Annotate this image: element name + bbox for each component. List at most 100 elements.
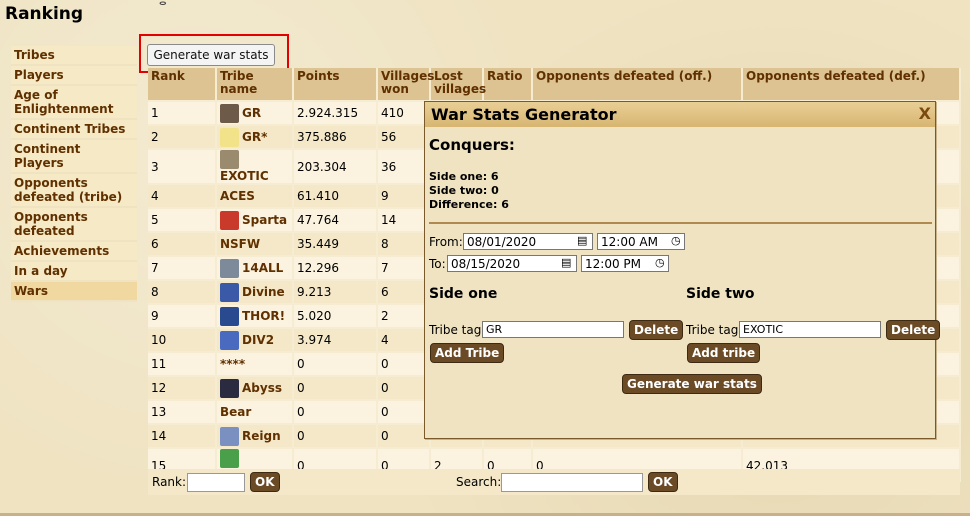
tribe-name-cell: THOR! [216,303,294,328]
column-header-tribe-name[interactable]: Tribe name [216,68,294,101]
villages-won-cell: 4 [377,327,431,352]
rank-cell: 10 [148,327,217,352]
calendar-icon[interactable]: ▤ [561,256,571,269]
tribe-link[interactable]: EXOTIC [220,169,269,183]
close-icon[interactable]: X [919,104,931,123]
lightning-icon [220,282,239,302]
sidebar-item-wars[interactable]: Wars [11,282,137,302]
points-cell: 5.020 [293,303,378,328]
sidebar-item-age-of-enlightenment[interactable]: Age of Enlightenment [11,86,137,120]
side-two-stat: Side two: 0 [429,184,499,197]
points-cell: 0 [293,375,378,400]
tribe-name-cell: EXOTIC [216,148,294,184]
column-header-lost-villages[interactable]: Lost villages [430,68,486,101]
tribe-link[interactable]: NSFW [220,237,260,251]
dialog-title: War Stats Generator [431,105,617,124]
add-tribe-side-one-button[interactable]: Add Tribe [430,343,505,363]
flag-icon [220,103,239,123]
eye-icon [220,378,239,398]
sidebar-item-continent-players[interactable]: Continent Players [11,140,137,174]
search-ok-button[interactable]: OK [648,472,678,492]
rank-filter-input[interactable] [187,473,245,492]
column-header-ratio[interactable]: Ratio [483,68,533,101]
tribe-link[interactable]: DIV2 [242,333,274,347]
page-title: Ranking [5,4,84,24]
tribe-tag-label: Tribe tag: [686,323,743,337]
villages-won-cell: 14 [377,207,431,232]
dialog-generate-war-stats-button[interactable]: Generate war stats [622,374,762,394]
generate-war-stats-button[interactable]: Generate war stats [147,44,275,66]
tribe-link[interactable]: GR [242,106,261,120]
rank-cell: 3 [148,148,217,184]
tribe-link[interactable]: GR* [242,130,267,144]
tribe-link[interactable]: Abyss [242,381,282,395]
rank-cell: 2 [148,124,217,149]
sidebar-item-continent-tribes[interactable]: Continent Tribes [11,120,137,140]
rank-cell: 9 [148,303,217,328]
villages-won-cell: 0 [377,375,431,400]
sidebar-item-in-a-day[interactable]: In a day [11,262,137,282]
villages-won-cell: 8 [377,231,431,256]
search-input[interactable] [501,473,643,492]
rank-cell: 7 [148,255,217,280]
calendar-icon[interactable]: ▤ [577,234,587,247]
column-header-rank[interactable]: Rank [148,68,217,101]
tribe-name-cell: Reign [216,423,294,448]
to-date-input[interactable] [447,255,577,272]
tribe-link[interactable]: Reign [242,429,281,443]
table-header-row: Rank Tribe name Points Villages won Lost… [148,68,961,101]
rank-ok-button[interactable]: OK [250,472,280,492]
tribe-link[interactable]: Divine [242,285,285,299]
castle-icon [220,258,239,278]
points-cell: 0 [293,399,378,424]
dialog-header[interactable]: War Stats Generator X [425,102,935,127]
side-one-delete-button[interactable]: Delete [629,320,684,340]
side-two-tag-input[interactable] [739,321,881,338]
sidebar-item-players[interactable]: Players [11,66,137,86]
rank-cell: 6 [148,231,217,256]
rank-cell: 8 [148,279,217,304]
villages-won-cell: 36 [377,148,431,184]
add-tribe-side-two-button[interactable]: Add tribe [687,343,761,363]
camo-icon [220,150,239,169]
tribe-link[interactable]: Sparta [242,213,287,227]
cursor-mark: ⵓ [159,0,167,8]
side-one-tag-input[interactable] [482,321,624,338]
from-date-input[interactable] [463,233,593,250]
lightning-icon [220,330,239,350]
side-two-tag-row: Tribe tag: [686,323,742,337]
tribe-link[interactable]: 14ALL [242,261,283,275]
tribe-link[interactable]: **** [220,357,245,371]
tribe-name-cell: NSFW [216,231,294,256]
villages-won-cell: 56 [377,124,431,149]
points-cell: 3.974 [293,327,378,352]
to-label: To: [429,257,446,271]
sidebar-item-opponents-defeated[interactable]: Opponents defeated [11,208,137,242]
rank-cell: 12 [148,375,217,400]
points-cell: 0 [293,351,378,376]
tribe-name-cell: GR* [216,124,294,149]
points-cell: 203.304 [293,148,378,184]
clock-icon[interactable]: ◷ [671,234,681,247]
frog-icon [220,449,239,468]
side-two-delete-button[interactable]: Delete [886,320,941,340]
tribe-link[interactable]: Bear [220,405,251,419]
eyes-icon [220,127,239,147]
sidebar-item-tribes[interactable]: Tribes [11,46,137,66]
column-header-points[interactable]: Points [293,68,378,101]
column-header-opponents-off[interactable]: Opponents defeated (off.) [532,68,743,101]
sidebar-item-achievements[interactable]: Achievements [11,242,137,262]
tribe-name-cell: GR [216,100,294,125]
conquer-stats: Side one: 6 Side two: 0 Difference: 6 [429,170,509,212]
tribe-name-cell: ACES [216,183,294,208]
tribe-link[interactable]: THOR! [242,309,285,323]
side-one-stat: Side one: 6 [429,170,499,183]
side-two-heading: Side two [686,286,755,302]
column-header-opponents-def[interactable]: Opponents defeated (def.) [742,68,961,101]
column-header-villages-won[interactable]: Villages won [377,68,434,101]
rank-cell: 13 [148,399,217,424]
villages-won-cell: 9 [377,183,431,208]
tribe-link[interactable]: ACES [220,189,255,203]
clock-icon[interactable]: ◷ [655,256,665,269]
sidebar-item-opponents-defeated-tribe[interactable]: Opponents defeated (tribe) [11,174,137,208]
